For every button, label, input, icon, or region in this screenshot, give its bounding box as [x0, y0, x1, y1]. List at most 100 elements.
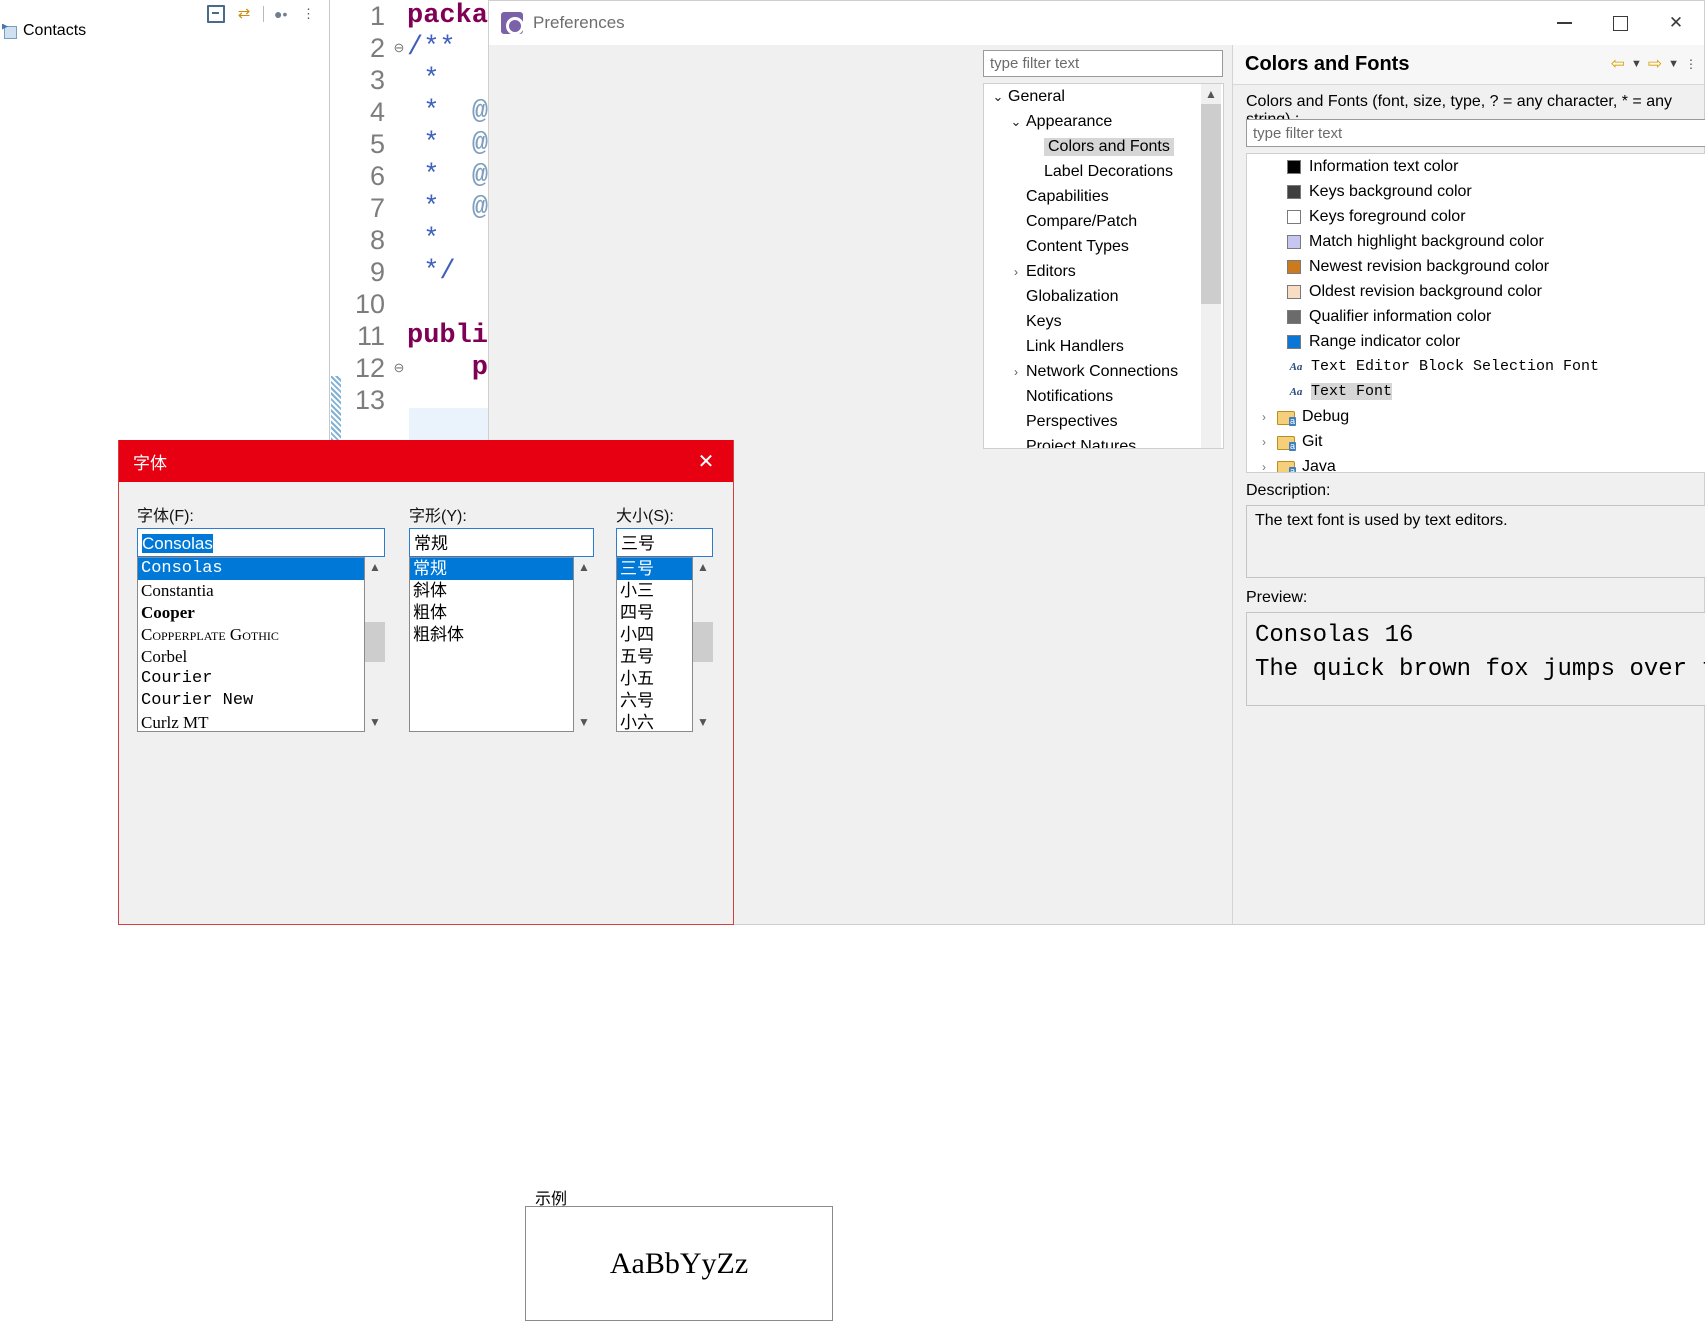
- colors-list-item[interactable]: › Java: [1247, 454, 1705, 473]
- colors-list-item-label: Keys background color: [1309, 182, 1472, 200]
- font-style-list[interactable]: 常规 斜体 粗体 粗斜体: [409, 557, 574, 732]
- colors-list-item[interactable]: Range indicator color: [1247, 329, 1705, 354]
- font-size-list-item[interactable]: 小五: [617, 668, 692, 690]
- font-size-list-item[interactable]: 三号: [617, 558, 692, 580]
- scroll-down-icon[interactable]: ▼: [574, 712, 594, 732]
- pref-tree-item-link-handlers[interactable]: Link Handlers: [984, 334, 1223, 359]
- font-style-list-item[interactable]: 常规: [410, 558, 573, 580]
- chevron-right-icon[interactable]: ›: [1006, 365, 1026, 379]
- font-size-scrollbar[interactable]: ▲ ▼: [693, 557, 713, 732]
- font-style-list-item[interactable]: 斜体: [410, 580, 573, 602]
- maximize-button[interactable]: [1592, 1, 1648, 45]
- pref-tree-item-capabilities[interactable]: Capabilities: [984, 184, 1223, 209]
- scroll-up-icon[interactable]: ▲: [365, 557, 385, 577]
- font-size-list-item[interactable]: 五号: [617, 646, 692, 668]
- pref-tree-item-general[interactable]: ⌄ General: [984, 84, 1223, 109]
- back-dropdown-icon[interactable]: ▼: [1631, 58, 1642, 70]
- chevron-right-icon[interactable]: ›: [1253, 410, 1275, 424]
- chevron-down-icon[interactable]: ⌄: [988, 89, 1008, 105]
- scrollbar-thumb[interactable]: [1201, 104, 1221, 304]
- pref-tree-item-label-decorations[interactable]: Label Decorations: [984, 159, 1223, 184]
- pref-tree-item-keys[interactable]: Keys: [984, 309, 1223, 334]
- pref-tree-item-label: Editors: [1026, 262, 1076, 280]
- font-family-list-item[interactable]: Curlz MT: [138, 712, 364, 731]
- pref-tree-item-editors[interactable]: › Editors: [984, 259, 1223, 284]
- font-family-list-item[interactable]: Courier New: [138, 690, 364, 712]
- color-swatch: [1287, 234, 1301, 249]
- maximize-icon: [1612, 15, 1628, 31]
- font-family-list-item[interactable]: Courier: [138, 668, 364, 690]
- colors-list-item[interactable]: Information text color: [1247, 154, 1705, 179]
- colors-list-item[interactable]: Newest revision background color: [1247, 254, 1705, 279]
- font-dialog-close-button[interactable]: ✕: [679, 440, 733, 482]
- font-size-list-item[interactable]: 六号: [617, 690, 692, 712]
- preferences-filter-input[interactable]: type filter text: [983, 50, 1223, 77]
- preferences-tree-scrollbar[interactable]: ▲: [1201, 84, 1221, 448]
- font-size-list[interactable]: 三号 小三 四号 小四 五号 小五 六号 小六: [616, 557, 693, 732]
- colors-list-item[interactable]: Aa Text Editor Block Selection Font: [1247, 354, 1705, 379]
- font-family-input[interactable]: Consolas: [137, 528, 385, 557]
- font-size-list-item[interactable]: 小四: [617, 624, 692, 646]
- font-style-scrollbar[interactable]: ▲ ▼: [574, 557, 594, 732]
- code-text: /**: [407, 33, 456, 63]
- forward-arrow-icon[interactable]: ⇨: [1648, 54, 1662, 74]
- close-button[interactable]: ✕: [1648, 1, 1704, 45]
- colors-list-item[interactable]: Qualifier information color: [1247, 304, 1705, 329]
- chevron-down-icon[interactable]: ⌄: [1006, 114, 1026, 130]
- pref-tree-item-compare-patch[interactable]: Compare/Patch: [984, 209, 1223, 234]
- pref-tree-item-label: Network Connections: [1026, 362, 1179, 380]
- view-menu-icon[interactable]: ⋮: [1685, 57, 1697, 71]
- font-family-list-item[interactable]: Constantia: [138, 580, 364, 602]
- colors-list-item[interactable]: › Git: [1247, 429, 1705, 454]
- pref-tree-item-globalization[interactable]: Globalization: [984, 284, 1223, 309]
- pref-tree-item-network-connections[interactable]: › Network Connections: [984, 359, 1223, 384]
- back-arrow-icon[interactable]: ⇦: [1611, 54, 1625, 74]
- forward-dropdown-icon[interactable]: ▼: [1668, 58, 1679, 70]
- font-family-list-item[interactable]: Consolas: [138, 558, 364, 580]
- scroll-up-icon[interactable]: ▲: [693, 557, 713, 577]
- pref-tree-item-label: Appearance: [1026, 112, 1113, 130]
- font-family-list-item[interactable]: Copperplate Gothic: [138, 624, 364, 646]
- colors-list-item[interactable]: Keys background color: [1247, 179, 1705, 204]
- colors-list-item[interactable]: › Debug: [1247, 404, 1705, 429]
- font-family-list[interactable]: Consolas Constantia Cooper Copperplate Goth…: [137, 557, 365, 732]
- scroll-down-icon[interactable]: ▼: [693, 712, 713, 732]
- pref-tree-item-notifications[interactable]: Notifications: [984, 384, 1223, 409]
- minimize-button[interactable]: [1536, 1, 1592, 45]
- colors-list-item[interactable]: Oldest revision background color: [1247, 279, 1705, 304]
- font-family-list-item[interactable]: Corbel: [138, 646, 364, 668]
- colors-and-fonts-list[interactable]: Information text color Keys background co…: [1246, 153, 1705, 473]
- preferences-category-tree[interactable]: ⌄ General ⌄ Appearance Colors and Fonts Label…: [983, 83, 1224, 449]
- font-size-list-item[interactable]: 四号: [617, 602, 692, 624]
- pref-tree-item-colors-and-fonts[interactable]: Colors and Fonts: [984, 134, 1223, 159]
- scroll-up-icon[interactable]: ▲: [574, 557, 594, 577]
- pref-tree-item-appearance[interactable]: ⌄ Appearance: [984, 109, 1223, 134]
- scrollbar-thumb[interactable]: [365, 622, 385, 662]
- chevron-right-icon[interactable]: ›: [1253, 435, 1275, 449]
- explorer-item-contacts[interactable]: Contacts: [0, 20, 330, 42]
- font-style-list-item[interactable]: 粗斜体: [410, 624, 573, 646]
- chevron-right-icon[interactable]: ›: [1006, 265, 1026, 279]
- font-size-input[interactable]: 三号: [616, 528, 713, 557]
- colors-list-item[interactable]: Keys foreground color: [1247, 204, 1705, 229]
- font-size-list-item[interactable]: 小六: [617, 712, 692, 731]
- scroll-up-icon[interactable]: ▲: [1201, 84, 1221, 104]
- pref-tree-item-content-types[interactable]: Content Types: [984, 234, 1223, 259]
- fold-toggle-icon[interactable]: ⊖: [391, 41, 407, 56]
- font-family-list-item[interactable]: Cooper: [138, 602, 364, 624]
- pref-tree-item-label: Project Natures: [1026, 437, 1137, 449]
- scrollbar-thumb[interactable]: [693, 622, 713, 662]
- font-family-scrollbar[interactable]: ▲ ▼: [365, 557, 385, 732]
- scroll-down-icon[interactable]: ▼: [365, 712, 385, 732]
- font-style-list-item[interactable]: 粗体: [410, 602, 573, 624]
- font-size-list-item[interactable]: 小三: [617, 580, 692, 602]
- pref-tree-item-perspectives[interactable]: Perspectives: [984, 409, 1223, 434]
- fold-toggle-icon[interactable]: ⊖: [391, 361, 407, 376]
- chevron-right-icon[interactable]: ›: [1253, 460, 1275, 473]
- colors-list-item[interactable]: Match highlight background color: [1247, 229, 1705, 254]
- colors-list-item[interactable]: Aa Text Font: [1247, 379, 1705, 404]
- colors-fonts-filter-input[interactable]: type filter text: [1246, 119, 1705, 147]
- pref-tree-item-project-natures[interactable]: Project Natures: [984, 434, 1223, 449]
- font-style-input[interactable]: 常规: [409, 528, 594, 557]
- line-number: 3: [369, 64, 385, 95]
